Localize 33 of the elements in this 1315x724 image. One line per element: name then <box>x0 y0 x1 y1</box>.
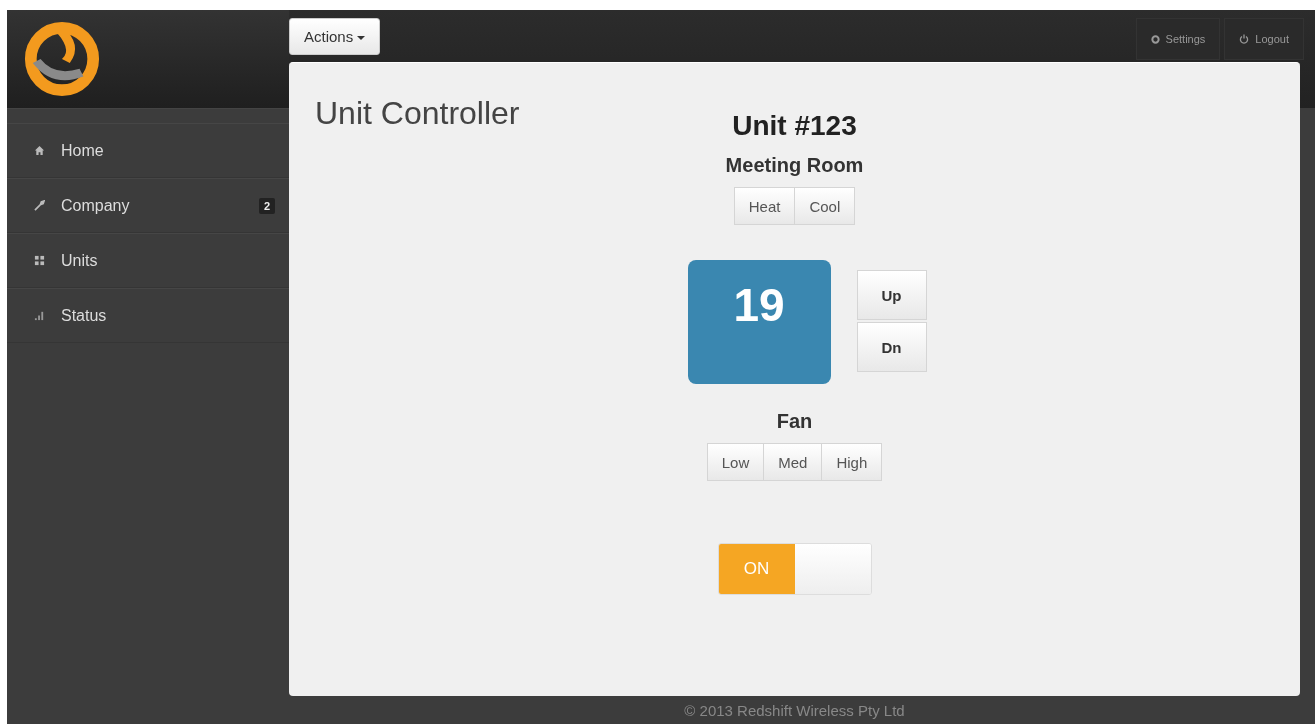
down-button[interactable]: Dn <box>856 322 927 372</box>
sidebar-label: Home <box>61 141 105 160</box>
power-icon <box>1239 34 1250 44</box>
temperature-display: 19 <box>687 260 831 384</box>
settings-button[interactable]: Settings <box>1135 18 1221 60</box>
up-button[interactable]: Up <box>856 270 927 320</box>
sidebar-item[interactable]: Status <box>7 288 289 343</box>
fan-label: Fan <box>776 410 813 433</box>
mode-button[interactable]: Heat <box>733 187 796 225</box>
unit-title: Unit #123 <box>732 110 857 142</box>
actions-dropdown[interactable]: Actions <box>289 18 381 55</box>
logout-button[interactable]: Logout <box>1224 18 1304 60</box>
sidebar-item[interactable]: Home <box>7 123 289 178</box>
home-icon <box>34 145 45 156</box>
sidebar-item[interactable]: Company 2 <box>7 178 289 233</box>
logo-icon <box>23 20 101 98</box>
grid-icon <box>34 255 45 266</box>
settings-icon <box>1150 34 1160 44</box>
sidebar-label: Status <box>61 306 108 325</box>
wrench-icon <box>34 200 45 211</box>
fan-speed-button[interactable]: Med <box>764 443 823 481</box>
room-name: Meeting Room <box>725 154 864 177</box>
sidebar-label: Units <box>61 251 99 270</box>
caret-icon <box>357 36 366 41</box>
fan-speed-button[interactable]: Low <box>706 443 765 481</box>
mode-button[interactable]: Cool <box>795 187 856 225</box>
fan-speed-button[interactable]: High <box>822 443 883 481</box>
count-badge: 2 <box>258 197 275 214</box>
page-title: Unit Controller <box>315 95 520 132</box>
footer-text: © 2013 Redshift Wireless Pty Ltd <box>683 700 906 721</box>
signal-icon <box>34 310 45 321</box>
sidebar-item[interactable]: Units <box>7 233 289 288</box>
sidebar-label: Company <box>61 196 131 215</box>
